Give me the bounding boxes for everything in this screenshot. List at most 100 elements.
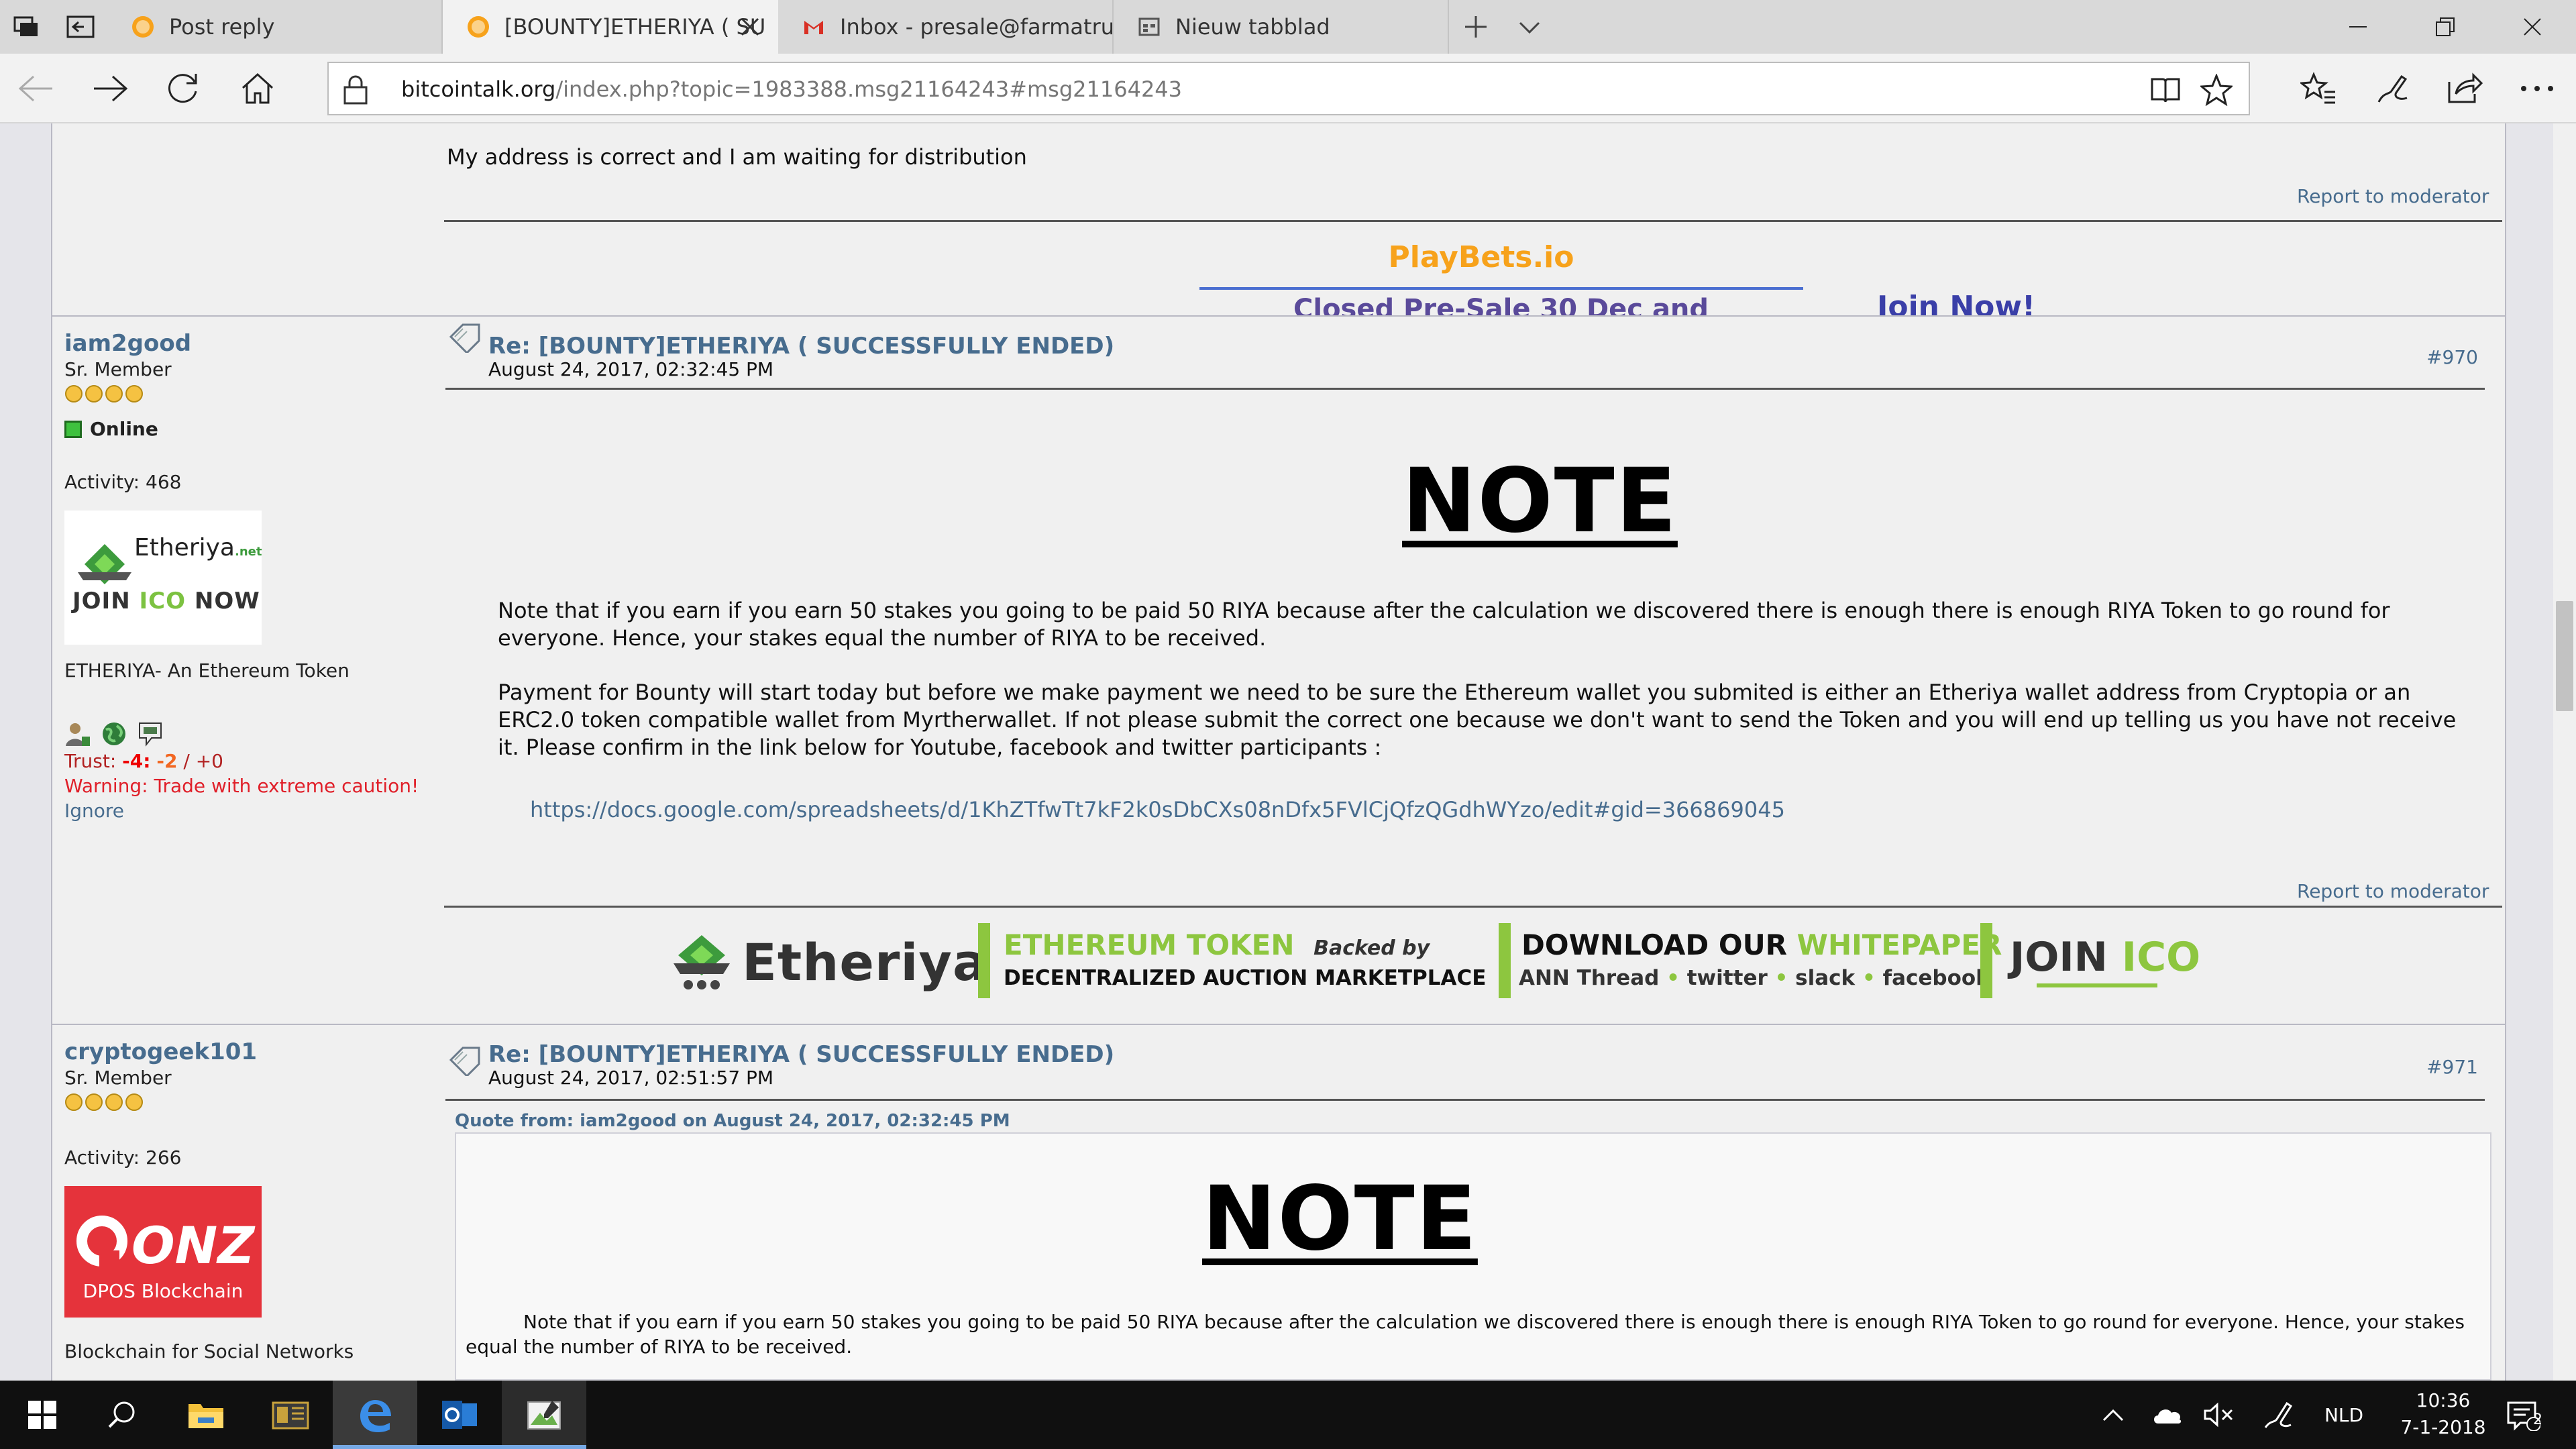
- share-icon[interactable]: [2445, 68, 2485, 109]
- website-globe-icon[interactable]: [101, 720, 127, 749]
- etheriya-signature-banner[interactable]: Etheriya ETHEREUM TOKEN Backed by DECENT…: [668, 919, 2278, 1006]
- online-dot-icon: [64, 420, 82, 438]
- username-link[interactable]: cryptogeek101: [64, 1038, 440, 1065]
- gmail-icon: [802, 15, 825, 38]
- star-icon: [105, 1093, 123, 1112]
- action-center-notifications-icon[interactable]: 2: [2486, 1381, 2560, 1449]
- windows-start-icon[interactable]: [0, 1381, 85, 1449]
- personal-text: ETHERIYA- An Ethereum Token: [64, 659, 350, 682]
- signature-brand: Etheriya: [742, 932, 988, 992]
- google-sheet-link[interactable]: https://docs.google.com/spreadsheets/d/1…: [530, 797, 1785, 822]
- online-status: Online: [64, 418, 440, 440]
- close-tab-icon[interactable]: [738, 15, 762, 39]
- tab-preview-chevron-down-icon[interactable]: [1503, 0, 1556, 54]
- file-explorer-icon[interactable]: [164, 1381, 248, 1449]
- tab-post-reply[interactable]: Post reply: [107, 0, 443, 54]
- tab-gmail-inbox[interactable]: Inbox - presale@farmatrust: [778, 0, 1114, 54]
- web-note-pen-icon[interactable]: [2372, 68, 2412, 109]
- quote-header-link[interactable]: Quote from: iam2good on August 24, 2017,…: [455, 1111, 1010, 1131]
- refresh-icon[interactable]: [164, 68, 204, 109]
- address-bar[interactable]: bitcointalk.org/index.php?topic=1983388.…: [327, 62, 2250, 115]
- outlook-icon[interactable]: [417, 1381, 502, 1449]
- set-tabs-aside-icon[interactable]: [0, 0, 54, 54]
- taskbar-clock[interactable]: 10:36 7-1-2018: [2396, 1387, 2490, 1441]
- signature-market: DECENTRALIZED AUCTION MARKETPLACE: [1004, 966, 1487, 990]
- avatar-subtext: DPOS Blockchain: [83, 1280, 244, 1302]
- show-hidden-icons-chevron-up-icon[interactable]: [2089, 1381, 2137, 1449]
- avatar-brand: Etheriya.net: [134, 534, 262, 561]
- avatar-brand: ONZ: [131, 1216, 255, 1275]
- onedrive-cloud-icon[interactable]: [2143, 1381, 2191, 1449]
- post-previous: My address is correct and I am waiting f…: [52, 123, 2505, 324]
- member-rank: Sr. Member: [64, 1067, 172, 1089]
- profile-icons: [64, 720, 440, 749]
- clock-date: 7-1-2018: [2400, 1416, 2486, 1438]
- reading-view-icon[interactable]: [2149, 74, 2182, 106]
- report-to-moderator-link[interactable]: Report to moderator: [2297, 880, 2489, 902]
- edge-browser-icon[interactable]: [333, 1381, 417, 1449]
- show-tabs-aside-icon[interactable]: [54, 0, 107, 54]
- personal-text: Blockchain for Social Networks: [64, 1340, 354, 1362]
- playbets-banner[interactable]: PlayBets.io Closed Pre-Sale 30 Dec and: [1146, 240, 1817, 315]
- signature-divider: [444, 906, 2502, 908]
- search-icon[interactable]: [79, 1381, 164, 1449]
- page-viewport: My address is correct and I am waiting f…: [0, 123, 2576, 1381]
- username-link[interactable]: iam2good: [64, 330, 440, 357]
- post-number-link[interactable]: #970: [2426, 346, 2478, 368]
- quote-box: NOTE Note that if you earn if you earn 5…: [455, 1132, 2491, 1381]
- ignore-link[interactable]: Ignore: [64, 800, 440, 822]
- post-body: Re: [BOUNTY]ETHERIYA ( SUCCESSFULLY ENDE…: [444, 317, 2502, 1024]
- banner-subtext: Closed Pre-Sale 30 Dec and: [1293, 294, 1709, 315]
- more-menu-icon[interactable]: [2517, 68, 2557, 109]
- signature-divider: [444, 220, 2502, 222]
- image-editor-icon[interactable]: [502, 1381, 586, 1449]
- star-icon: [64, 1093, 83, 1112]
- pen-ink-workspace-icon[interactable]: [2251, 1381, 2305, 1449]
- post-number-link[interactable]: #971: [2426, 1056, 2478, 1078]
- favorite-star-icon[interactable]: [2199, 72, 2234, 107]
- forward-arrow-icon[interactable]: [90, 68, 130, 109]
- restore-icon[interactable]: [2402, 0, 2489, 54]
- poster-info: iam2good Sr. Member Online Activity: 468: [64, 330, 440, 822]
- quoted-paragraph: Note that if you earn if you earn 50 sta…: [466, 1311, 2465, 1358]
- window-controls: [2314, 0, 2576, 54]
- post-body: Re: [BOUNTY]ETHERIYA ( SUCCESSFULLY ENDE…: [444, 1025, 2491, 1381]
- volume-muted-icon[interactable]: [2195, 1381, 2243, 1449]
- report-to-moderator-link[interactable]: Report to moderator: [2297, 185, 2489, 207]
- post-subject-link[interactable]: Re: [BOUNTY]ETHERIYA ( SUCCESSFULLY ENDE…: [488, 1041, 1114, 1068]
- new-tab-plus-icon[interactable]: [1449, 0, 1503, 54]
- back-arrow-icon[interactable]: [16, 68, 56, 109]
- minimize-icon[interactable]: [2314, 0, 2402, 54]
- post-subject-link[interactable]: Re: [BOUNTY]ETHERIYA ( SUCCESSFULLY ENDE…: [488, 333, 1114, 360]
- trust-warning: Warning: Trade with extreme caution!: [64, 775, 419, 797]
- activity-count: Activity: 266: [64, 1146, 182, 1169]
- tab-label: Nieuw tabblad: [1175, 14, 1330, 40]
- post-970: iam2good Sr. Member Online Activity: 468: [52, 317, 2505, 1024]
- bitcoin-favicon-icon: [131, 15, 154, 38]
- personal-message-icon[interactable]: [137, 720, 164, 749]
- banner-title: PlayBets.io: [1388, 240, 1574, 274]
- windows-taskbar: NLD 10:36 7-1-2018 2: [0, 1381, 2576, 1449]
- star-icon: [85, 384, 103, 403]
- input-language-indicator[interactable]: NLD: [2310, 1381, 2377, 1449]
- close-window-icon[interactable]: [2489, 0, 2576, 54]
- activity-count: Activity: 468: [64, 471, 182, 493]
- signature-join-ico: JOIN ICO: [2010, 934, 2201, 981]
- rank-stars: [64, 384, 440, 405]
- banner-underline: [1199, 287, 1803, 290]
- avatar: Etheriya.net JOIN ICO NOW: [64, 511, 262, 645]
- active-indicator: [502, 1445, 586, 1449]
- media-app-icon[interactable]: [248, 1381, 333, 1449]
- vertical-scrollbar[interactable]: [2553, 123, 2576, 1381]
- scrollbar-thumb[interactable]: [2556, 601, 2573, 711]
- star-icon: [64, 384, 83, 403]
- signature-underline: [2037, 983, 2157, 987]
- tab-bounty-etheriya[interactable]: [BOUNTY]ETHERIYA ( SU: [443, 0, 778, 54]
- onz-logo-icon: [76, 1216, 127, 1267]
- post-tag-icon: [448, 322, 482, 355]
- new-tab-page-icon: [1138, 15, 1161, 38]
- profile-icon[interactable]: [64, 720, 91, 749]
- favorites-hub-icon[interactable]: [2298, 68, 2339, 109]
- home-icon[interactable]: [237, 68, 278, 109]
- tab-new-tab[interactable]: Nieuw tabblad: [1114, 0, 1449, 54]
